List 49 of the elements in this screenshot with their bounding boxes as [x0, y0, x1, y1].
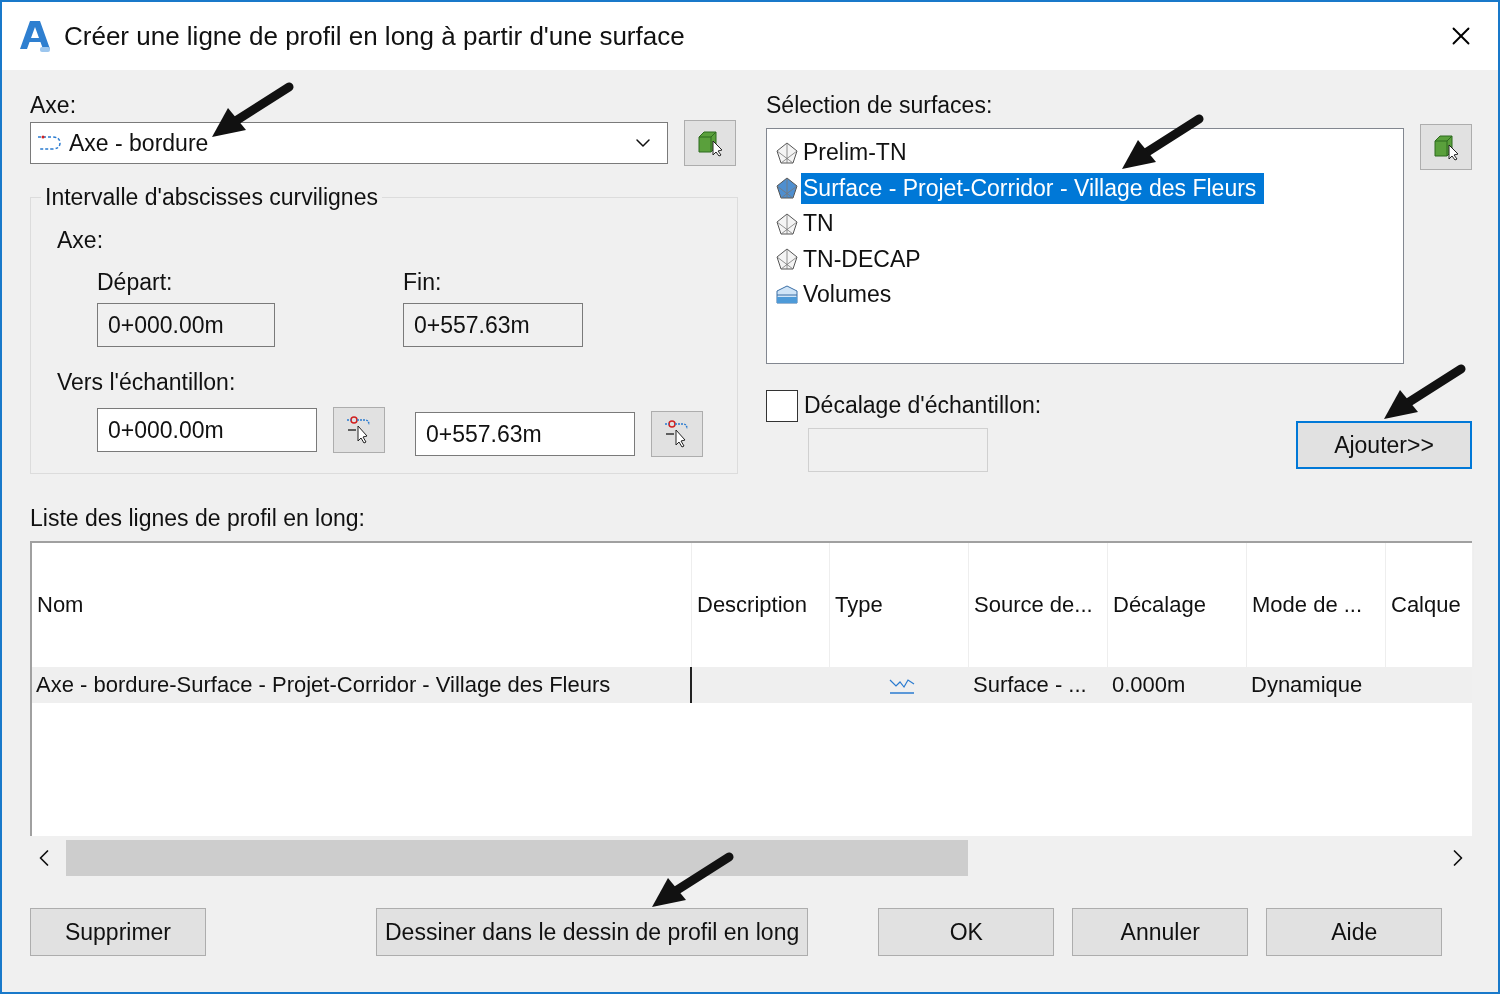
table-cell-text: Dynamique: [1250, 671, 1364, 699]
table-cell-text: 0.000m: [1111, 671, 1187, 699]
alignment-icon: [37, 133, 63, 153]
sample-end-field[interactable]: 0+557.63m: [415, 412, 635, 456]
surface-icon: [775, 140, 799, 165]
surface-icon: [775, 247, 799, 272]
select-object-icon: [696, 129, 724, 157]
list-label: Liste des lignes de profil en long:: [30, 504, 365, 533]
cancel-button[interactable]: Annuler: [1072, 908, 1249, 956]
add-button[interactable]: Ajouter>>: [1296, 421, 1472, 469]
field-label: Axe:: [57, 226, 104, 255]
surface-icon: [775, 176, 799, 201]
end-station-field: 0+557.63m: [403, 303, 583, 347]
pick-start-button[interactable]: [333, 407, 385, 453]
ok-button[interactable]: OK: [878, 908, 1055, 956]
field-label: Vers l'échantillon:: [57, 368, 236, 397]
draw-in-profile-view-button[interactable]: Dessiner dans le dessin de profil en long: [376, 908, 809, 956]
field-label: Fin:: [403, 268, 442, 297]
surface-item[interactable]: Surface - Projet-Corridor - Village des Fleurs: [801, 172, 1265, 204]
pick-station-icon: [663, 419, 691, 449]
surface-item[interactable]: Prelim-TN: [801, 137, 915, 169]
pick-station-icon: [345, 415, 373, 445]
sample-start-field[interactable]: 0+000.00m: [97, 408, 317, 452]
app-logo-icon: [20, 19, 50, 53]
table-row[interactable]: Axe - bordure-Surface - Projet-Corridor - Village des Fleurs Surface - ... 0.000m Dynamique: [32, 667, 1472, 703]
field-label: Sélection de surfaces:: [766, 91, 993, 120]
help-button[interactable]: Aide: [1266, 908, 1443, 956]
select-object-icon: [1432, 133, 1460, 161]
window-title: Créer une ligne de profil en long à partir d'une surface: [64, 20, 686, 52]
alignment-dropdown[interactable]: Axe - bordure: [30, 122, 668, 164]
field-label: Axe:: [30, 91, 77, 120]
offset-field[interactable]: [808, 428, 988, 472]
delete-button[interactable]: Supprimer: [30, 908, 206, 956]
checkbox[interactable]: [766, 390, 798, 422]
checkbox-label: Décalage d'échantillon:: [804, 391, 1042, 420]
surface-icon: [775, 211, 799, 236]
table-cell: Axe - bordure-Surface - Projet-Corridor - Village des Fleurs: [32, 667, 692, 703]
scrollbar-thumb[interactable]: [66, 840, 968, 876]
surface-item[interactable]: TN-DECAP: [801, 243, 929, 275]
surface-item[interactable]: TN: [801, 208, 842, 240]
pick-end-button[interactable]: [651, 411, 703, 457]
group-title: Intervalle d'abscisses curvilignes: [44, 184, 379, 211]
surface-item[interactable]: Volumes: [801, 279, 900, 311]
select-surface-button[interactable]: [1420, 124, 1472, 170]
select-alignment-button[interactable]: [684, 120, 736, 166]
start-station-field: 0+000.00m: [97, 303, 275, 347]
field-label: Départ:: [97, 268, 173, 297]
dropdown-value: Axe - bordure: [69, 129, 210, 157]
table-cell-text: Surface - ...: [972, 671, 1088, 699]
